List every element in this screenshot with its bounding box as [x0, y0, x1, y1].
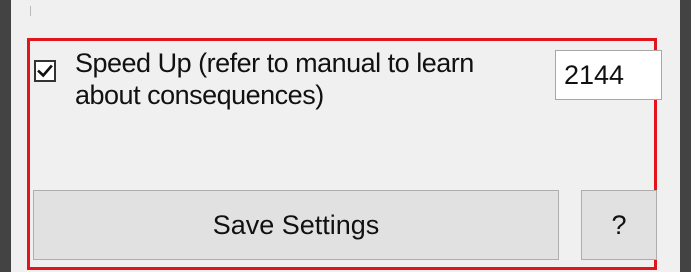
settings-panel: Speed Up (refer to manual to learn about… — [11, 0, 680, 272]
help-button[interactable]: ? — [581, 190, 657, 260]
divider-tick — [30, 6, 31, 16]
speed-value-input[interactable] — [555, 50, 662, 100]
speed-up-checkbox[interactable] — [34, 60, 56, 82]
checkmark-icon — [37, 64, 53, 78]
speed-up-label: Speed Up (refer to manual to learn about… — [75, 48, 474, 110]
top-divider — [11, 0, 680, 26]
save-settings-button[interactable]: Save Settings — [33, 190, 559, 260]
